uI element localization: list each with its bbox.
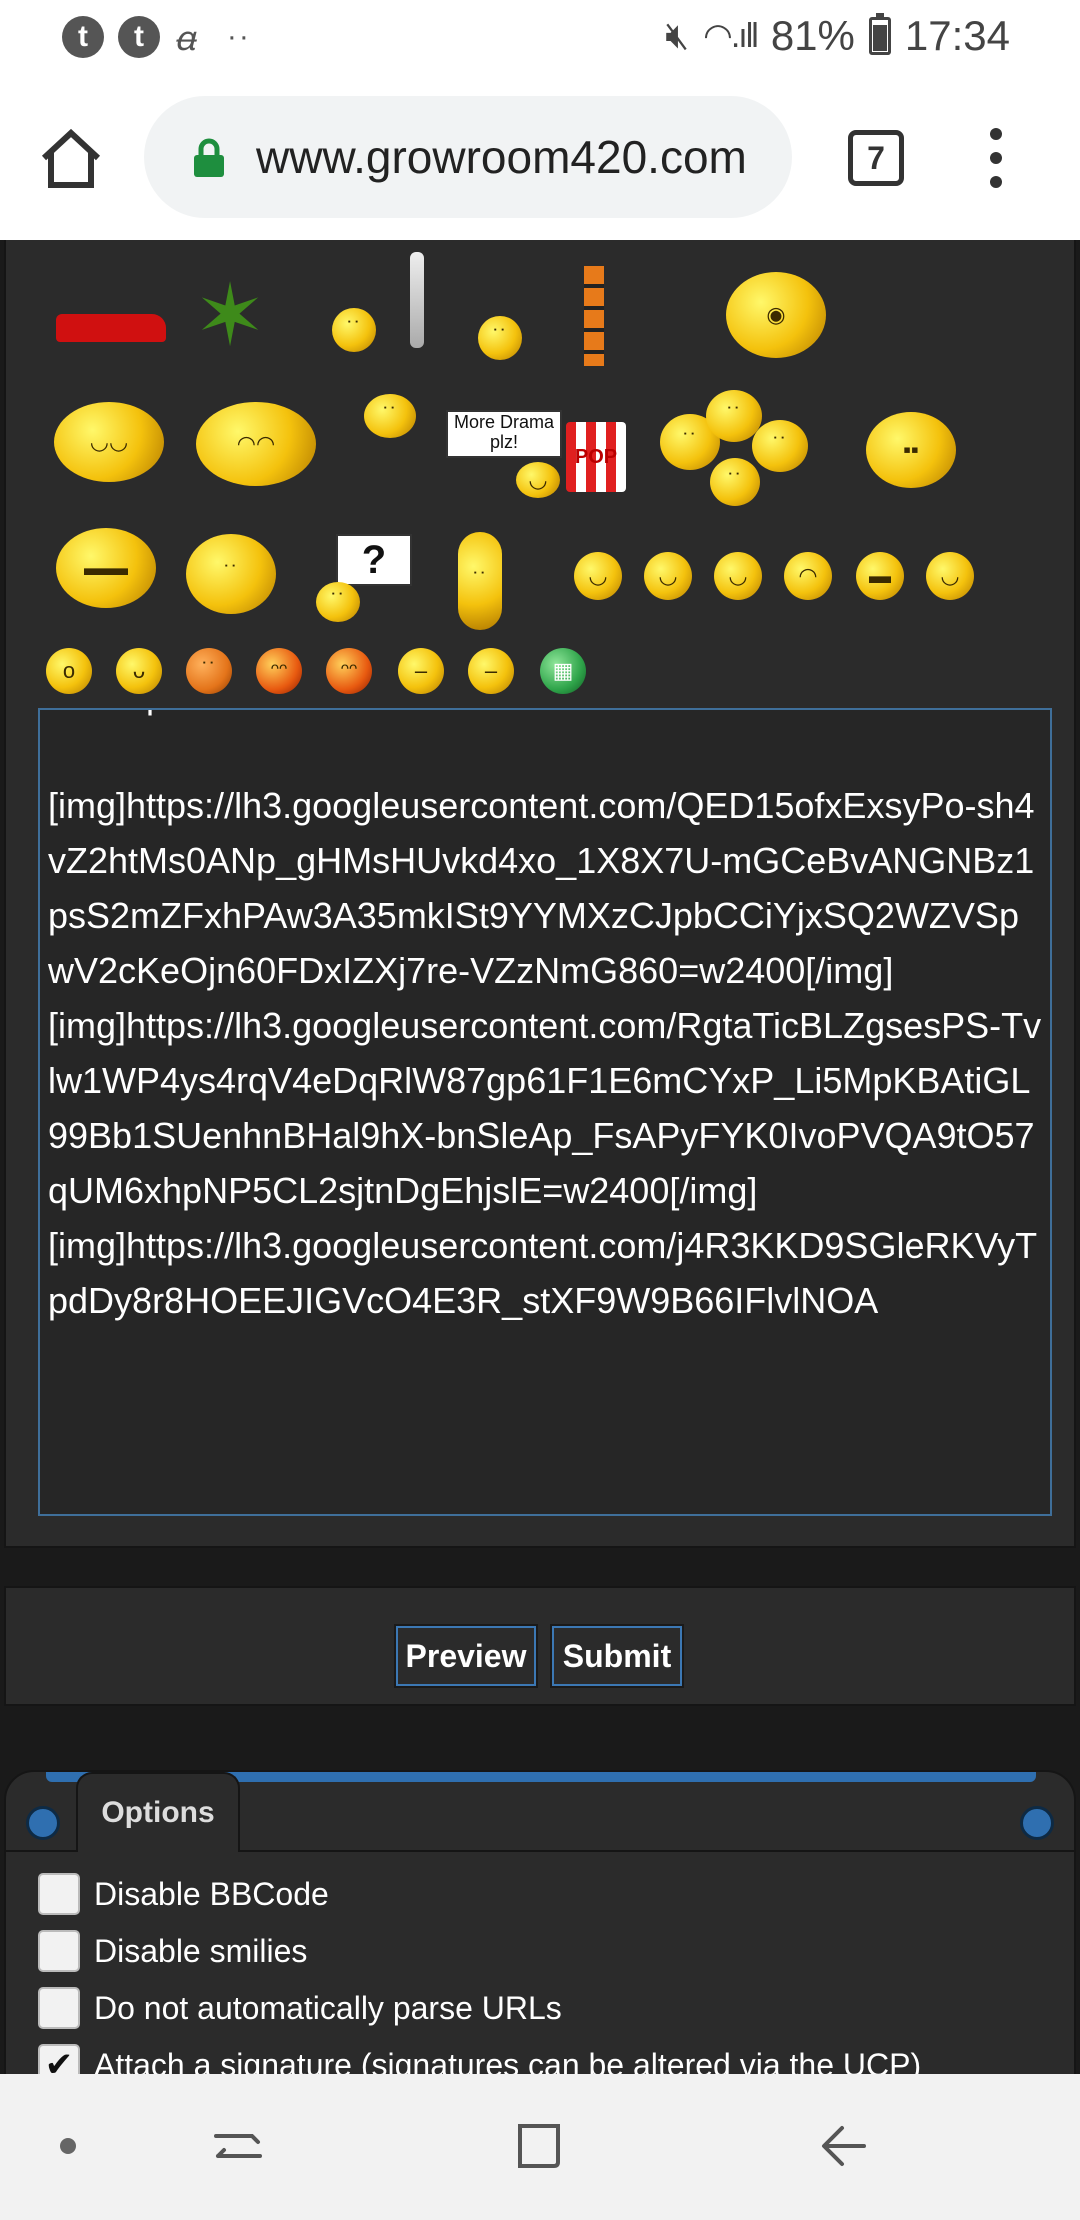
smiley-small-2[interactable]: ˙˙: [364, 394, 416, 438]
home-icon[interactable]: [38, 126, 104, 192]
smiley-embarrassed[interactable]: ˙˙: [186, 648, 232, 694]
smiley-tongue[interactable]: ᴗ: [116, 648, 162, 694]
disable-url-parse-checkbox[interactable]: [38, 1987, 80, 2029]
smilies-box: ✶ ˙˙ ˙˙ ◉ ◡◡ ◠◠ ˙˙ More Drama plz! ◡ POP…: [46, 252, 1046, 694]
option-disable-url-parse[interactable]: Do not automatically parse URLs: [38, 1986, 562, 2030]
wifi-signal-icon: ◠.ıll: [703, 17, 759, 55]
smiley-neutral[interactable]: ‒: [468, 648, 514, 694]
options-panel: Options Disable BBCode Disable smilies D…: [4, 1770, 1076, 2074]
attach-signature-checkbox[interactable]: ✔: [38, 2044, 80, 2074]
option-disable-smilies[interactable]: Disable smilies: [38, 1929, 307, 1973]
sign-more-drama[interactable]: More Drama plz!: [446, 410, 562, 458]
browser-toolbar: www.growroom420.com 7: [0, 76, 1080, 240]
smoke-icon: [410, 252, 424, 348]
disable-bbcode-checkbox[interactable]: [38, 1873, 80, 1915]
notification-icons: t t ꬰ ··: [62, 14, 251, 60]
post-editor-panel: ✶ ˙˙ ˙˙ ◉ ◡◡ ◠◠ ˙˙ More Drama plz! ◡ POP…: [4, 240, 1076, 1548]
system-navigation-bar: [0, 2074, 1080, 2220]
address-bar[interactable]: www.growroom420.com: [144, 96, 792, 218]
nav-dot-icon: [60, 2138, 76, 2154]
option-label: Do not automatically parse URLs: [94, 1989, 562, 2026]
smiley-leaf[interactable]: ✶: [194, 266, 266, 366]
option-attach-signature[interactable]: ✔ Attach a signature (signatures can be …: [38, 2043, 921, 2074]
smiley-laugh[interactable]: ◡: [926, 552, 974, 600]
submit-buttons-bar: Preview Submit: [4, 1586, 1076, 1706]
smiley-big[interactable]: ◉: [726, 272, 826, 358]
option-label: Disable smilies: [94, 1932, 308, 1969]
option-label: Disable BBCode: [94, 1875, 329, 1912]
smiley-small[interactable]: ˙˙: [478, 316, 522, 360]
smiley-evil[interactable]: ᵔᵔ: [326, 648, 372, 694]
preview-button[interactable]: Preview: [394, 1624, 538, 1688]
smiley-grin[interactable]: ◡: [574, 552, 622, 600]
battery-icon: [868, 13, 891, 55]
sign-question[interactable]: ?: [336, 534, 412, 586]
tumblr-icon: t: [62, 16, 104, 58]
smiley-pigtails[interactable]: ◠◠: [196, 402, 316, 486]
message-text: 35 ml peroxide [img]https://lh3.googleus…: [48, 710, 1042, 1321]
smiley-green[interactable]: ▦: [540, 648, 586, 694]
back-icon[interactable]: [818, 2120, 870, 2172]
system-status: 🔇︎ ◠.ıll 81% 17:34: [665, 12, 1010, 60]
panel-corner-dot: [26, 1806, 60, 1840]
option-label: Attach a signature (signatures can be al…: [94, 2046, 922, 2075]
panel-corner-dot: [1020, 1806, 1054, 1840]
alibaba-icon: ꬰ: [174, 20, 195, 58]
smiley-question-holder: ˙˙: [316, 582, 360, 622]
smiley-wink[interactable]: ◡: [714, 552, 762, 600]
tab-switcher-button[interactable]: 7: [848, 130, 904, 186]
disable-smilies-checkbox[interactable]: [38, 1930, 80, 1972]
smiley-mad[interactable]: ᵔᵔ: [256, 648, 302, 694]
popcorn-icon[interactable]: POP: [566, 422, 626, 492]
smiley-bar[interactable]: [584, 266, 604, 366]
smiley-holding-sign: ◡: [516, 462, 560, 498]
smiley-pigtails-2[interactable]: ˙˙: [186, 534, 276, 614]
more-notifications-icon: ··: [226, 20, 251, 53]
tumblr-icon: t: [118, 16, 160, 58]
status-bar: t t ꬰ ·· 🔇︎ ◠.ıll 81% 17:34: [0, 0, 1080, 76]
smiley-rolleyes[interactable]: ‒: [398, 648, 444, 694]
option-disable-bbcode[interactable]: Disable BBCode: [38, 1872, 329, 1916]
web-page: ✶ ˙˙ ˙˙ ◉ ◡◡ ◠◠ ˙˙ More Drama plz! ◡ POP…: [0, 240, 1080, 2074]
smiley-lying[interactable]: [56, 314, 166, 342]
smiley-rocker[interactable]: ▪▪: [866, 412, 956, 488]
dancing-banana-icon[interactable]: ˙˙: [458, 532, 502, 630]
smiley-smile[interactable]: ◡: [644, 552, 692, 600]
smiley-group-4: ˙˙: [710, 458, 760, 506]
battery-fill: [872, 25, 887, 51]
browser-menu-icon[interactable]: [984, 128, 1008, 188]
smiley-surprised[interactable]: o: [46, 648, 92, 694]
smiley-smoking[interactable]: ˙˙: [332, 308, 376, 352]
smiley-stoned[interactable]: ▬▬: [56, 528, 156, 608]
smiley-sad[interactable]: ◠: [784, 552, 832, 600]
smiley-group-3: ˙˙: [752, 420, 808, 472]
smiley-laughing[interactable]: ◡◡: [54, 402, 164, 482]
url-text: www.growroom420.com: [256, 131, 747, 183]
recents-icon[interactable]: [212, 2120, 264, 2172]
home-square-icon[interactable]: [514, 2120, 566, 2172]
lock-icon: [194, 138, 224, 177]
submit-button[interactable]: Submit: [550, 1624, 684, 1688]
clock: 17:34: [904, 12, 1010, 59]
mute-icon: 🔇︎: [665, 14, 690, 57]
battery-percent: 81%: [770, 12, 855, 59]
smiley-cool[interactable]: ▬: [856, 552, 904, 600]
message-textarea[interactable]: 35 ml peroxide [img]https://lh3.googleus…: [38, 708, 1052, 1516]
tab-options[interactable]: Options: [76, 1772, 240, 1852]
